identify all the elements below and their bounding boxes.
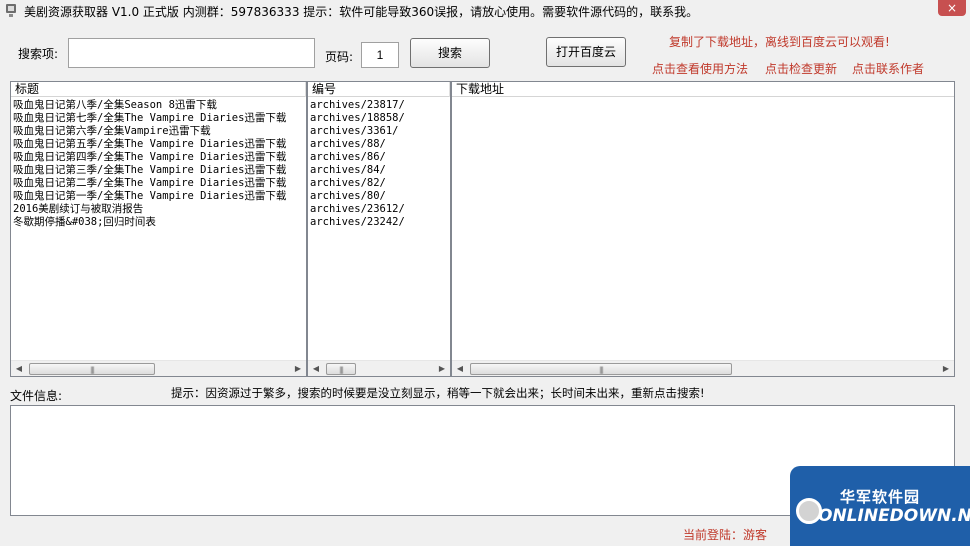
list-item[interactable]: archives/86/	[310, 151, 450, 164]
ids-list[interactable]: 编号 archives/23817/ archives/18858/ archi…	[307, 81, 451, 377]
list-item[interactable]: archives/82/	[310, 177, 450, 190]
list-item[interactable]: archives/23817/	[310, 99, 450, 112]
login-status: 当前登陆：游客	[683, 528, 768, 542]
search-input[interactable]	[68, 38, 315, 68]
scroll-thumb[interactable]: |||	[326, 363, 356, 375]
scroll-thumb[interactable]: |||	[470, 363, 732, 375]
window-title: 美剧资源获取器 V1.0 正式版 内测群：597836333 提示：软件可能导致…	[24, 5, 699, 19]
scroll-right-icon[interactable]: ▶	[290, 361, 306, 376]
list-item[interactable]: 吸血鬼日记第五季/全集The Vampire Diaries迅雷下载	[13, 138, 306, 151]
scroll-right-icon[interactable]: ▶	[434, 361, 450, 376]
list-item[interactable]: archives/18858/	[310, 112, 450, 125]
list-item[interactable]: archives/84/	[310, 164, 450, 177]
app-icon	[6, 4, 16, 17]
list-item[interactable]: archives/80/	[310, 190, 450, 203]
ids-header-label: 编号	[312, 82, 337, 96]
list-item[interactable]: archives/23242/	[310, 216, 450, 229]
list-item[interactable]: 吸血鬼日记第三季/全集The Vampire Diaries迅雷下载	[13, 164, 306, 177]
contact-author-link[interactable]: 点击联系作者	[852, 60, 924, 77]
watermark-cn: 华军软件园	[840, 488, 921, 506]
search-label: 搜索项:	[18, 47, 59, 61]
titles-header-label: 标题	[15, 82, 40, 96]
site-watermark: 华军软件园 ONLINEDOWN.NET	[790, 466, 970, 546]
list-item[interactable]: 吸血鬼日记第二季/全集The Vampire Diaries迅雷下载	[13, 177, 306, 190]
page-input[interactable]	[361, 42, 399, 68]
list-item[interactable]: archives/3361/	[310, 125, 450, 138]
title-bar: 美剧资源获取器 V1.0 正式版 内测群：597836333 提示：软件可能导致…	[0, 0, 970, 22]
search-button[interactable]: 搜索	[410, 38, 490, 68]
list-item[interactable]: archives/88/	[310, 138, 450, 151]
ids-column-header[interactable]: 编号	[308, 82, 450, 97]
search-hint: 提示：因资源过于繁多，搜索的时候要是没立刻显示，稍等一下就会出来；长时间未出来，…	[171, 386, 705, 400]
scroll-left-icon[interactable]: ◀	[308, 361, 324, 376]
list-item[interactable]: 吸血鬼日记第七季/全集The Vampire Diaries迅雷下载	[13, 112, 306, 125]
list-item[interactable]: 2016美剧续订与被取消报告	[13, 203, 306, 216]
notice-text: 复制了下载地址，离线到百度云可以观看!	[669, 35, 890, 49]
titles-horizontal-scrollbar[interactable]: ◀ ||| ▶	[11, 360, 306, 376]
column-divider[interactable]	[305, 82, 306, 97]
scroll-left-icon[interactable]: ◀	[452, 361, 468, 376]
list-item[interactable]: 吸血鬼日记第八季/全集Season 8迅雷下载	[13, 99, 306, 112]
list-item[interactable]: archives/23612/	[310, 203, 450, 216]
scroll-left-icon[interactable]: ◀	[11, 361, 27, 376]
check-update-link[interactable]: 点击检查更新	[765, 60, 837, 77]
titles-list[interactable]: 标题 吸血鬼日记第八季/全集Season 8迅雷下载 吸血鬼日记第七季/全集Th…	[10, 81, 307, 377]
download-list[interactable]: 下载地址 ◀ ||| ▶	[451, 81, 955, 377]
ids-rows: archives/23817/ archives/18858/ archives…	[310, 99, 450, 229]
file-info-label: 文件信息:	[10, 389, 63, 403]
close-button[interactable]: ×	[938, 0, 966, 16]
watermark-en: ONLINEDOWN.NET	[818, 506, 970, 526]
download-header-label: 下载地址	[456, 82, 505, 96]
titles-rows: 吸血鬼日记第八季/全集Season 8迅雷下载 吸血鬼日记第七季/全集The V…	[13, 99, 306, 229]
titles-column-header[interactable]: 标题	[11, 82, 306, 97]
download-column-header[interactable]: 下载地址	[452, 82, 954, 97]
column-divider[interactable]	[449, 82, 450, 97]
list-item[interactable]: 吸血鬼日记第四季/全集The Vampire Diaries迅雷下载	[13, 151, 306, 164]
ids-horizontal-scrollbar[interactable]: ◀ ||| ▶	[308, 360, 450, 376]
open-baidu-button[interactable]: 打开百度云	[546, 37, 626, 67]
list-item[interactable]: 吸血鬼日记第一季/全集The Vampire Diaries迅雷下载	[13, 190, 306, 203]
download-horizontal-scrollbar[interactable]: ◀ ||| ▶	[452, 360, 954, 376]
list-item[interactable]: 吸血鬼日记第六季/全集Vampire迅雷下载	[13, 125, 306, 138]
page-label: 页码:	[325, 50, 354, 64]
list-item[interactable]: 冬歇期停播&#038;回归时间表	[13, 216, 306, 229]
scroll-right-icon[interactable]: ▶	[938, 361, 954, 376]
scroll-thumb[interactable]: |||	[29, 363, 155, 375]
usage-link[interactable]: 点击查看使用方法	[652, 60, 748, 77]
